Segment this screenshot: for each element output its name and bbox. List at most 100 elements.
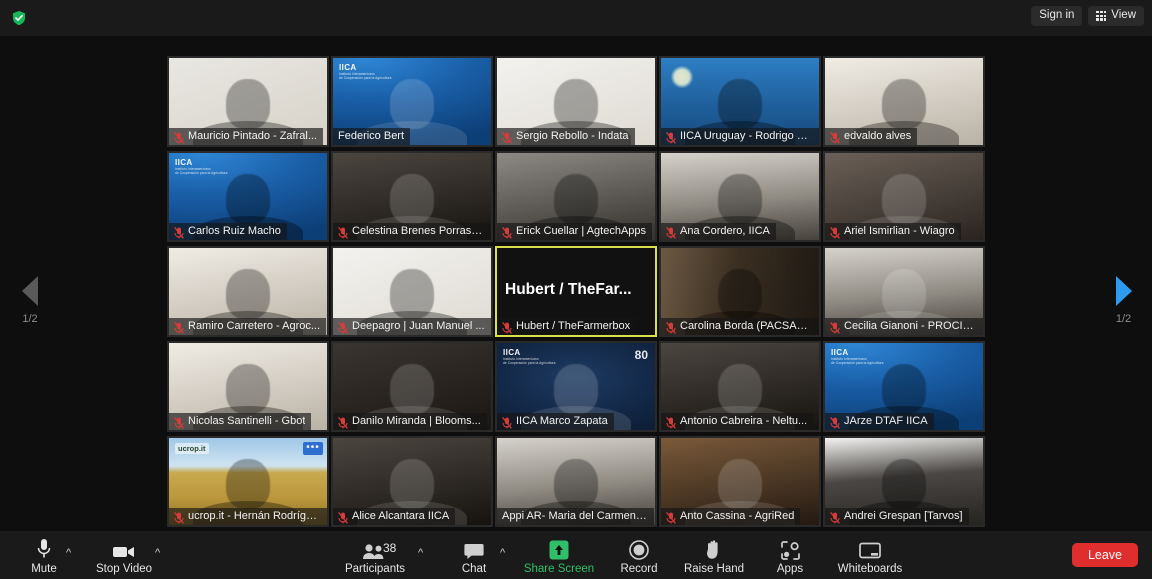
person-head [718, 174, 762, 224]
participant-name: Deepagro | Juan Manuel ... [352, 320, 485, 332]
participant-name-bar: Antonio Cabreira - Neltu... [661, 413, 814, 430]
participant-tile[interactable]: Ariel Ismirlian - Wiagro [823, 151, 985, 242]
participant-tile[interactable]: Danilo Miranda | Blooms... [331, 341, 493, 432]
zoom-meeting-window: Sign in View 1/2 1/2 Mauricio Pintado - … [0, 0, 1152, 579]
share-screen-button[interactable]: Share Screen [515, 538, 603, 576]
person-head [554, 364, 598, 414]
participant-tile[interactable]: Nicolas Santinelli - Gbot [167, 341, 329, 432]
participant-name-bar: Federico Bert [333, 128, 411, 145]
sign-in-button[interactable]: Sign in [1031, 6, 1083, 26]
participant-name: Antonio Cabreira - Neltu... [680, 415, 808, 427]
ucrop-logo: ucrop.it [175, 443, 209, 454]
person-head [718, 269, 762, 319]
participant-tile[interactable]: Celestina Brenes Porras - ... [331, 151, 493, 242]
participant-name-bar: Sergio Rebollo - Indata [497, 128, 635, 145]
participant-name-bar: Ramiro Carretero - Agroc... [169, 318, 327, 335]
participant-tile[interactable]: IICA Instituto Interamericano de Cooperaci… [495, 341, 657, 432]
chat-options-caret[interactable]: ^ [500, 547, 505, 559]
iica-logo: IICA Instituto Interamericano de Cooperaci… [831, 348, 884, 365]
muted-microphone-icon [502, 131, 512, 144]
person-head [554, 174, 598, 224]
mute-button[interactable]: Mute [0, 538, 88, 576]
muted-microphone-icon [174, 226, 184, 239]
participant-tile[interactable]: Ramiro Carretero - Agroc... [167, 246, 329, 337]
participant-tile[interactable]: Alice Alcantara IICA [331, 436, 493, 527]
muted-microphone-icon [174, 416, 184, 429]
participant-tile[interactable]: Anto Cassina - AgriRed [659, 436, 821, 527]
participant-grid: Mauricio Pintado - Zafral... IICA Institut… [167, 56, 985, 527]
participant-name: Ana Cordero, IICA [680, 225, 770, 237]
apps-label: Apps [776, 563, 804, 575]
chevron-left-icon[interactable] [22, 276, 38, 306]
whiteboards-button[interactable]: Whiteboards [826, 538, 914, 576]
participant-tile[interactable]: Sergio Rebollo - Indata [495, 56, 657, 147]
prev-page-control[interactable]: 1/2 [0, 276, 60, 325]
mute-options-caret[interactable]: ^ [66, 547, 71, 559]
participant-tile[interactable]: Erick Cuellar | AgtechApps [495, 151, 657, 242]
muted-microphone-icon [338, 321, 348, 334]
next-page-control[interactable]: 1/2 [1095, 276, 1152, 325]
muted-microphone-icon [830, 511, 840, 524]
whiteboard-icon [826, 538, 914, 560]
video-options-caret[interactable]: ^ [155, 547, 160, 559]
participants-button[interactable]: 38 Participants [331, 538, 419, 576]
muted-microphone-icon [338, 416, 348, 429]
share-screen-label: Share Screen [523, 563, 595, 575]
participant-name-bar: Alice Alcantara IICA [333, 508, 456, 525]
person-head [554, 79, 598, 129]
participant-tile[interactable]: Appi AR- Maria del Carmen ... [495, 436, 657, 527]
participant-tile[interactable]: edvaldo alves [823, 56, 985, 147]
view-button[interactable]: View [1088, 6, 1144, 26]
participant-tile[interactable]: IICA Uruguay - Rodrigo S... [659, 56, 821, 147]
participants-options-caret[interactable]: ^ [418, 547, 423, 559]
apps-button[interactable]: Apps [746, 538, 834, 576]
participant-name-bar: Celestina Brenes Porras - ... [333, 223, 491, 240]
person-head [390, 364, 434, 414]
participant-name-bar: Carlos Ruiz Macho [169, 223, 287, 240]
person-head [718, 459, 762, 509]
participant-name-bar: Appi AR- Maria del Carmen ... [497, 508, 654, 525]
participant-tile[interactable]: Andrei Grespan [Tarvos] [823, 436, 985, 527]
raise-hand-label: Raise Hand [683, 563, 745, 575]
participant-tile[interactable]: ucrop.it ••• ucrop.it - Hernán Rodrígu... [167, 436, 329, 527]
participant-name: edvaldo alves [844, 130, 912, 142]
chevron-right-icon[interactable] [1115, 276, 1132, 306]
tile-more-options-button[interactable]: ••• [303, 442, 323, 455]
uruguay-flag-sun-icon [669, 64, 695, 90]
participant-tile[interactable]: Hubert / TheFar... Hubert / TheFarmerbox [495, 246, 657, 337]
participant-tile[interactable]: IICA Instituto Interamericano de Cooperaci… [823, 341, 985, 432]
participant-tile[interactable]: Carolina Borda (PACSA_II... [659, 246, 821, 337]
person-head [226, 269, 270, 319]
top-bar: Sign in View [0, 0, 1152, 36]
muted-microphone-icon [666, 226, 676, 239]
person-head [390, 79, 434, 129]
person-head [226, 79, 270, 129]
participant-name: Andrei Grespan [Tarvos] [844, 510, 963, 522]
participant-tile[interactable]: Cecilia Gianoni - PROCIS... [823, 246, 985, 337]
leave-button[interactable]: Leave [1071, 542, 1138, 567]
apps-icon [746, 538, 834, 560]
participant-tile[interactable]: Deepagro | Juan Manuel ... [331, 246, 493, 337]
microphone-icon [0, 538, 88, 560]
participant-tile[interactable]: Mauricio Pintado - Zafral... [167, 56, 329, 147]
raise-hand-button[interactable]: Raise Hand [670, 538, 758, 576]
whiteboards-label: Whiteboards [837, 563, 903, 575]
participant-name-bar: ucrop.it - Hernán Rodrígu... [169, 508, 327, 525]
anniversary-80-logo: 80 [634, 348, 648, 362]
participant-tile[interactable]: IICA Instituto Interamericano de Cooperaci… [167, 151, 329, 242]
muted-microphone-icon [666, 321, 676, 334]
participant-name: ucrop.it - Hernán Rodrígu... [188, 510, 321, 522]
video-gallery: 1/2 1/2 Mauricio Pintado - Zafral... IICA… [0, 36, 1152, 531]
stop-video-label: Stop Video [95, 563, 153, 575]
participant-name-bar: Andrei Grespan [Tarvos] [825, 508, 969, 525]
participant-tile[interactable]: Antonio Cabreira - Neltu... [659, 341, 821, 432]
grid-icon [1096, 10, 1107, 21]
iica-logo: IICA Instituto Interamericano de Cooperaci… [339, 63, 392, 80]
person-head [718, 364, 762, 414]
participant-tile[interactable]: IICA Instituto Interamericano de Cooperaci… [331, 56, 493, 147]
participant-name: IICA Uruguay - Rodrigo S... [680, 130, 813, 142]
participant-name-bar: Anto Cassina - AgriRed [661, 508, 801, 525]
participant-tile[interactable]: Ana Cordero, IICA [659, 151, 821, 242]
muted-microphone-icon [338, 226, 348, 239]
person-head [718, 79, 762, 129]
